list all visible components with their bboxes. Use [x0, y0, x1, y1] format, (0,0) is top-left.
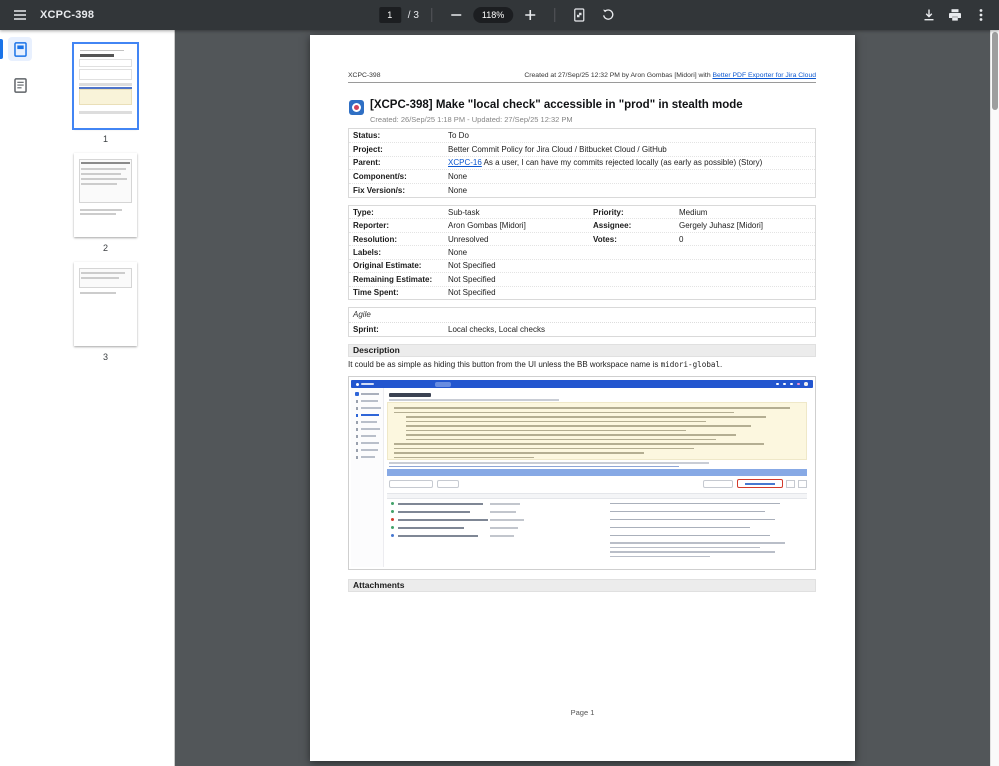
field-row-project: Project: Better Commit Policy for Jira C…	[349, 143, 815, 157]
field-row-remaining-estimate: Remaining Estimate: Not Specified	[349, 273, 815, 287]
thumbnail-label: 1	[102, 134, 108, 144]
field-row-type-priority: Type: Sub-task Priority: Medium	[349, 206, 815, 220]
page-header-issue-key: XCPC-398	[348, 72, 381, 79]
pdf-page-1: XCPC-398 Created at 27/Sep/25 12:32 PM b…	[310, 35, 855, 761]
description-text: It could be as simple as hiding this but…	[348, 360, 723, 369]
thumbnail-wrap-3: 3	[74, 262, 137, 362]
thumbnail-label: 3	[102, 352, 108, 362]
more-options-icon[interactable]	[969, 3, 993, 27]
download-icon[interactable]	[917, 3, 941, 27]
vertical-scrollbar[interactable]	[990, 30, 999, 766]
toolbar-divider	[554, 8, 556, 22]
page-header-created: Created at 27/Sep/25 12:32 PM by Aron Go…	[524, 72, 816, 79]
page-number-input[interactable]	[378, 7, 401, 23]
sidebar-view-strip	[0, 30, 38, 766]
thumbnail-wrap-1: 1	[74, 44, 137, 144]
description-section-header: Description	[348, 344, 816, 357]
rotate-icon[interactable]	[596, 3, 620, 27]
field-row-time-spent: Time Spent: Not Specified	[353, 288, 496, 298]
scrollbar-thumb[interactable]	[992, 32, 998, 110]
field-row-components: Component/s: None	[349, 170, 815, 185]
pdf-toolbar: XCPC-398 / 3 118%	[0, 0, 999, 30]
attachments-section-header: Attachments	[348, 579, 816, 592]
agile-section-header: Agile	[349, 308, 815, 323]
mini-yellow-note	[387, 402, 807, 460]
print-icon[interactable]	[943, 3, 967, 27]
menu-icon[interactable]	[8, 3, 32, 27]
mini-highlighted-button	[737, 479, 783, 488]
issue-fields-box: Type: Sub-task Priority: Medium Reporter…	[348, 205, 816, 300]
exporter-link[interactable]: Better PDF Exporter for Jira Cloud	[713, 72, 817, 79]
document-title: XCPC-398	[40, 9, 95, 21]
field-row-status: Status: To Do	[349, 129, 815, 143]
field-row-labels: Labels: None	[349, 246, 815, 260]
embedded-screenshot	[348, 376, 816, 570]
thumbnails-view-icon[interactable]	[8, 37, 32, 61]
field-row-original-estimate: Original Estimate: Not Specified	[349, 260, 815, 274]
page-1-thumbnail[interactable]	[74, 44, 137, 128]
issue-info-box: Status: To Do Project: Better Commit Pol…	[348, 128, 816, 198]
workspace-name-code: midori-global	[660, 360, 721, 369]
fit-page-icon[interactable]	[567, 3, 591, 27]
zoom-level: 118%	[472, 7, 514, 23]
selected-view-indicator	[0, 39, 3, 59]
thumbnail-label: 2	[102, 243, 108, 253]
mini-blue-band	[387, 469, 807, 476]
agile-box: Agile Sprint: Local checks, Local checks	[348, 307, 816, 337]
field-row-parent: Parent: XCPC-16 As a user, I can have my…	[349, 157, 815, 171]
issue-title: [XCPC-398] Make "local check" accessible…	[370, 99, 743, 111]
zoom-in-icon[interactable]	[518, 3, 542, 27]
pdf-viewer-area: XCPC-398 Created at 27/Sep/25 12:32 PM b…	[176, 30, 999, 766]
field-row-resolution-votes: Resolution: Unresolved Votes: 0	[349, 233, 815, 247]
mini-main-content	[385, 388, 813, 567]
toolbar-divider	[430, 8, 432, 22]
page-2-thumbnail[interactable]	[74, 153, 137, 237]
mini-navbar	[351, 380, 813, 388]
issue-dates: Created: 26/Sep/25 1:18 PM - Updated: 27…	[370, 115, 573, 124]
field-row-reporter-assignee: Reporter: Aron Gombas [Midori] Assignee:…	[349, 219, 815, 233]
header-divider	[348, 82, 816, 83]
thumbnail-sidebar: 1 2 3	[0, 30, 175, 766]
page-3-thumbnail[interactable]	[74, 262, 137, 346]
zoom-out-icon[interactable]	[444, 3, 468, 27]
field-row-sprint: Sprint: Local checks, Local checks	[353, 324, 545, 334]
subtask-type-icon	[349, 100, 364, 115]
parent-issue-link[interactable]: XCPC-16	[448, 158, 482, 167]
mini-search-box	[389, 480, 433, 488]
page-footer: Page 1	[570, 708, 595, 717]
thumbnail-list: 1 2 3	[38, 30, 173, 766]
mini-sidebar	[351, 388, 384, 567]
thumbnail-wrap-2: 2	[74, 153, 137, 253]
outline-view-icon[interactable]	[8, 73, 32, 97]
field-row-fixversions: Fix Version/s: None	[353, 186, 468, 196]
page-count-label: / 3	[407, 9, 419, 21]
